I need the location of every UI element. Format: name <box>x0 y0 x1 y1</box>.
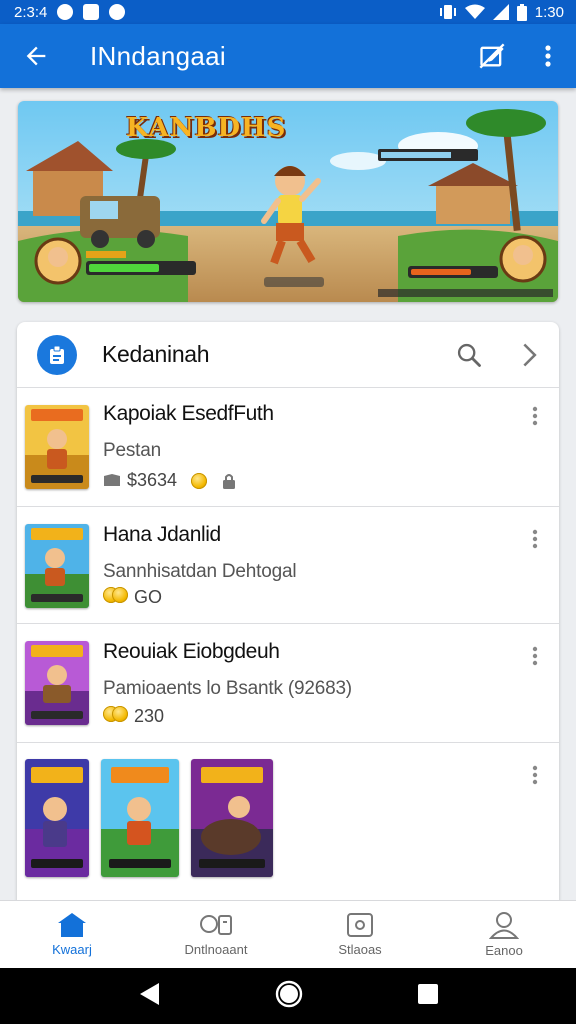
thumbnail-art <box>25 524 89 608</box>
more-vert-icon <box>532 646 538 666</box>
thumbnail-art <box>25 641 89 725</box>
game-thumbnail <box>25 405 89 489</box>
system-recents-button[interactable] <box>417 983 439 1010</box>
status-bar: 2:3:4 1:30 <box>0 0 576 24</box>
item-subtitle: Pestan <box>103 440 161 461</box>
gallery-art <box>101 759 179 877</box>
system-home-button[interactable] <box>275 980 303 1013</box>
card-title: Kedaninah <box>102 341 210 367</box>
wifi-icon <box>464 4 485 19</box>
coin-icon <box>191 472 208 489</box>
search-icon <box>457 343 481 367</box>
gallery-art <box>191 759 273 877</box>
more-vert-icon <box>545 45 551 67</box>
nav-item-profile[interactable]: Eanoo <box>432 901 576 968</box>
status-right: 1:30 <box>439 3 564 21</box>
nav-item-home[interactable]: Kwaarj <box>0 901 144 968</box>
app-title: INndangaai <box>90 40 226 71</box>
item-meta: 230 <box>103 706 164 727</box>
coins-icon <box>103 587 128 608</box>
battery-icon <box>516 3 527 21</box>
gallery-more-button[interactable] <box>519 759 551 791</box>
gallery-item[interactable] <box>25 759 89 877</box>
item-more-button[interactable] <box>519 523 551 555</box>
more-vert-icon <box>532 406 538 426</box>
edit-button[interactable] <box>464 24 520 88</box>
game-thumbnail <box>25 641 89 725</box>
nav-label-status: Stlaoas <box>338 942 382 957</box>
signal-icon <box>492 4 509 20</box>
content-card: Kedaninah Kapoiak EsedfFuth Pestan $3634 <box>17 322 559 922</box>
system-back-button[interactable] <box>137 981 161 1012</box>
home-icon <box>58 913 86 937</box>
more-vert-icon <box>532 529 538 549</box>
status-time-left: 2:3:4 <box>14 3 48 21</box>
chevron-right-icon <box>523 343 537 366</box>
item-coins: 230 <box>134 706 165 726</box>
item-coins: GO <box>134 587 163 607</box>
overflow-menu-button[interactable] <box>520 24 576 88</box>
nav-label-profile: Eanoo <box>485 943 523 958</box>
gallery-art <box>25 759 89 877</box>
status-left: 2:3:4 <box>14 3 126 21</box>
arrow-back-icon <box>26 46 46 66</box>
list-item[interactable]: Kapoiak EsedfFuth Pestan $3634 <box>17 388 559 507</box>
item-title: Reouiak Eiobgdeuh <box>103 640 280 663</box>
back-triangle-icon <box>140 982 159 1005</box>
item-title: Kapoiak EsedfFuth <box>103 402 274 425</box>
recents-square-icon <box>418 983 438 1004</box>
tag-icon <box>104 473 120 486</box>
search-button[interactable] <box>439 322 499 388</box>
item-price: $3634 <box>127 470 178 490</box>
nav-label-devices: Dntlnoaant <box>184 942 248 957</box>
edit-off-icon <box>479 43 505 69</box>
devices-icon <box>200 915 232 935</box>
gallery-item[interactable] <box>101 759 179 877</box>
banner-title: KANBDHS <box>126 113 287 143</box>
item-meta: $3634 <box>103 470 237 491</box>
lock-icon <box>223 473 236 489</box>
notification-icon <box>57 4 74 20</box>
card-header: Kedaninah <box>17 322 559 388</box>
system-navigation <box>0 968 576 1024</box>
gallery-row <box>17 743 559 893</box>
app-bar: INndangaai <box>0 24 576 88</box>
list-item[interactable]: Reouiak Eiobgdeuh Pamioaents lo Bsantk (… <box>17 624 559 743</box>
game-banner[interactable]: KANBDHS <box>18 101 558 302</box>
home-circle-icon <box>275 980 303 1007</box>
nav-label-home: Kwaarj <box>52 942 92 957</box>
banner-illustration <box>18 101 558 302</box>
thumbnail-art <box>25 405 89 489</box>
game-thumbnail <box>25 524 89 608</box>
bottom-navigation: Kwaarj Dntlnoaant Stlaoas Eanoo <box>0 900 576 968</box>
item-meta: GO <box>103 587 162 608</box>
list-item[interactable]: Hana Jdanlid Sannhisatdan Dehtogal GO <box>17 507 559 624</box>
nav-item-devices[interactable]: Dntlnoaant <box>144 901 288 968</box>
forward-button[interactable] <box>499 322 559 388</box>
square-badge-icon <box>347 913 373 937</box>
item-subtitle: Pamioaents lo Bsantk (92683) <box>103 678 352 699</box>
more-vert-icon <box>532 765 538 785</box>
app-notification-icon <box>83 4 100 20</box>
back-button[interactable] <box>0 24 72 88</box>
nav-item-status[interactable]: Stlaoas <box>288 901 432 968</box>
item-more-button[interactable] <box>519 400 551 432</box>
gallery-item[interactable] <box>191 759 273 877</box>
person-icon <box>489 912 519 939</box>
status-time-right: 1:30 <box>534 3 564 21</box>
clipboard-icon <box>37 334 77 375</box>
coins-icon <box>103 706 128 727</box>
item-more-button[interactable] <box>519 640 551 672</box>
item-title: Hana Jdanlid <box>103 523 221 546</box>
vibrate-icon <box>439 5 456 19</box>
record-icon <box>109 4 126 20</box>
item-subtitle: Sannhisatdan Dehtogal <box>103 561 297 582</box>
